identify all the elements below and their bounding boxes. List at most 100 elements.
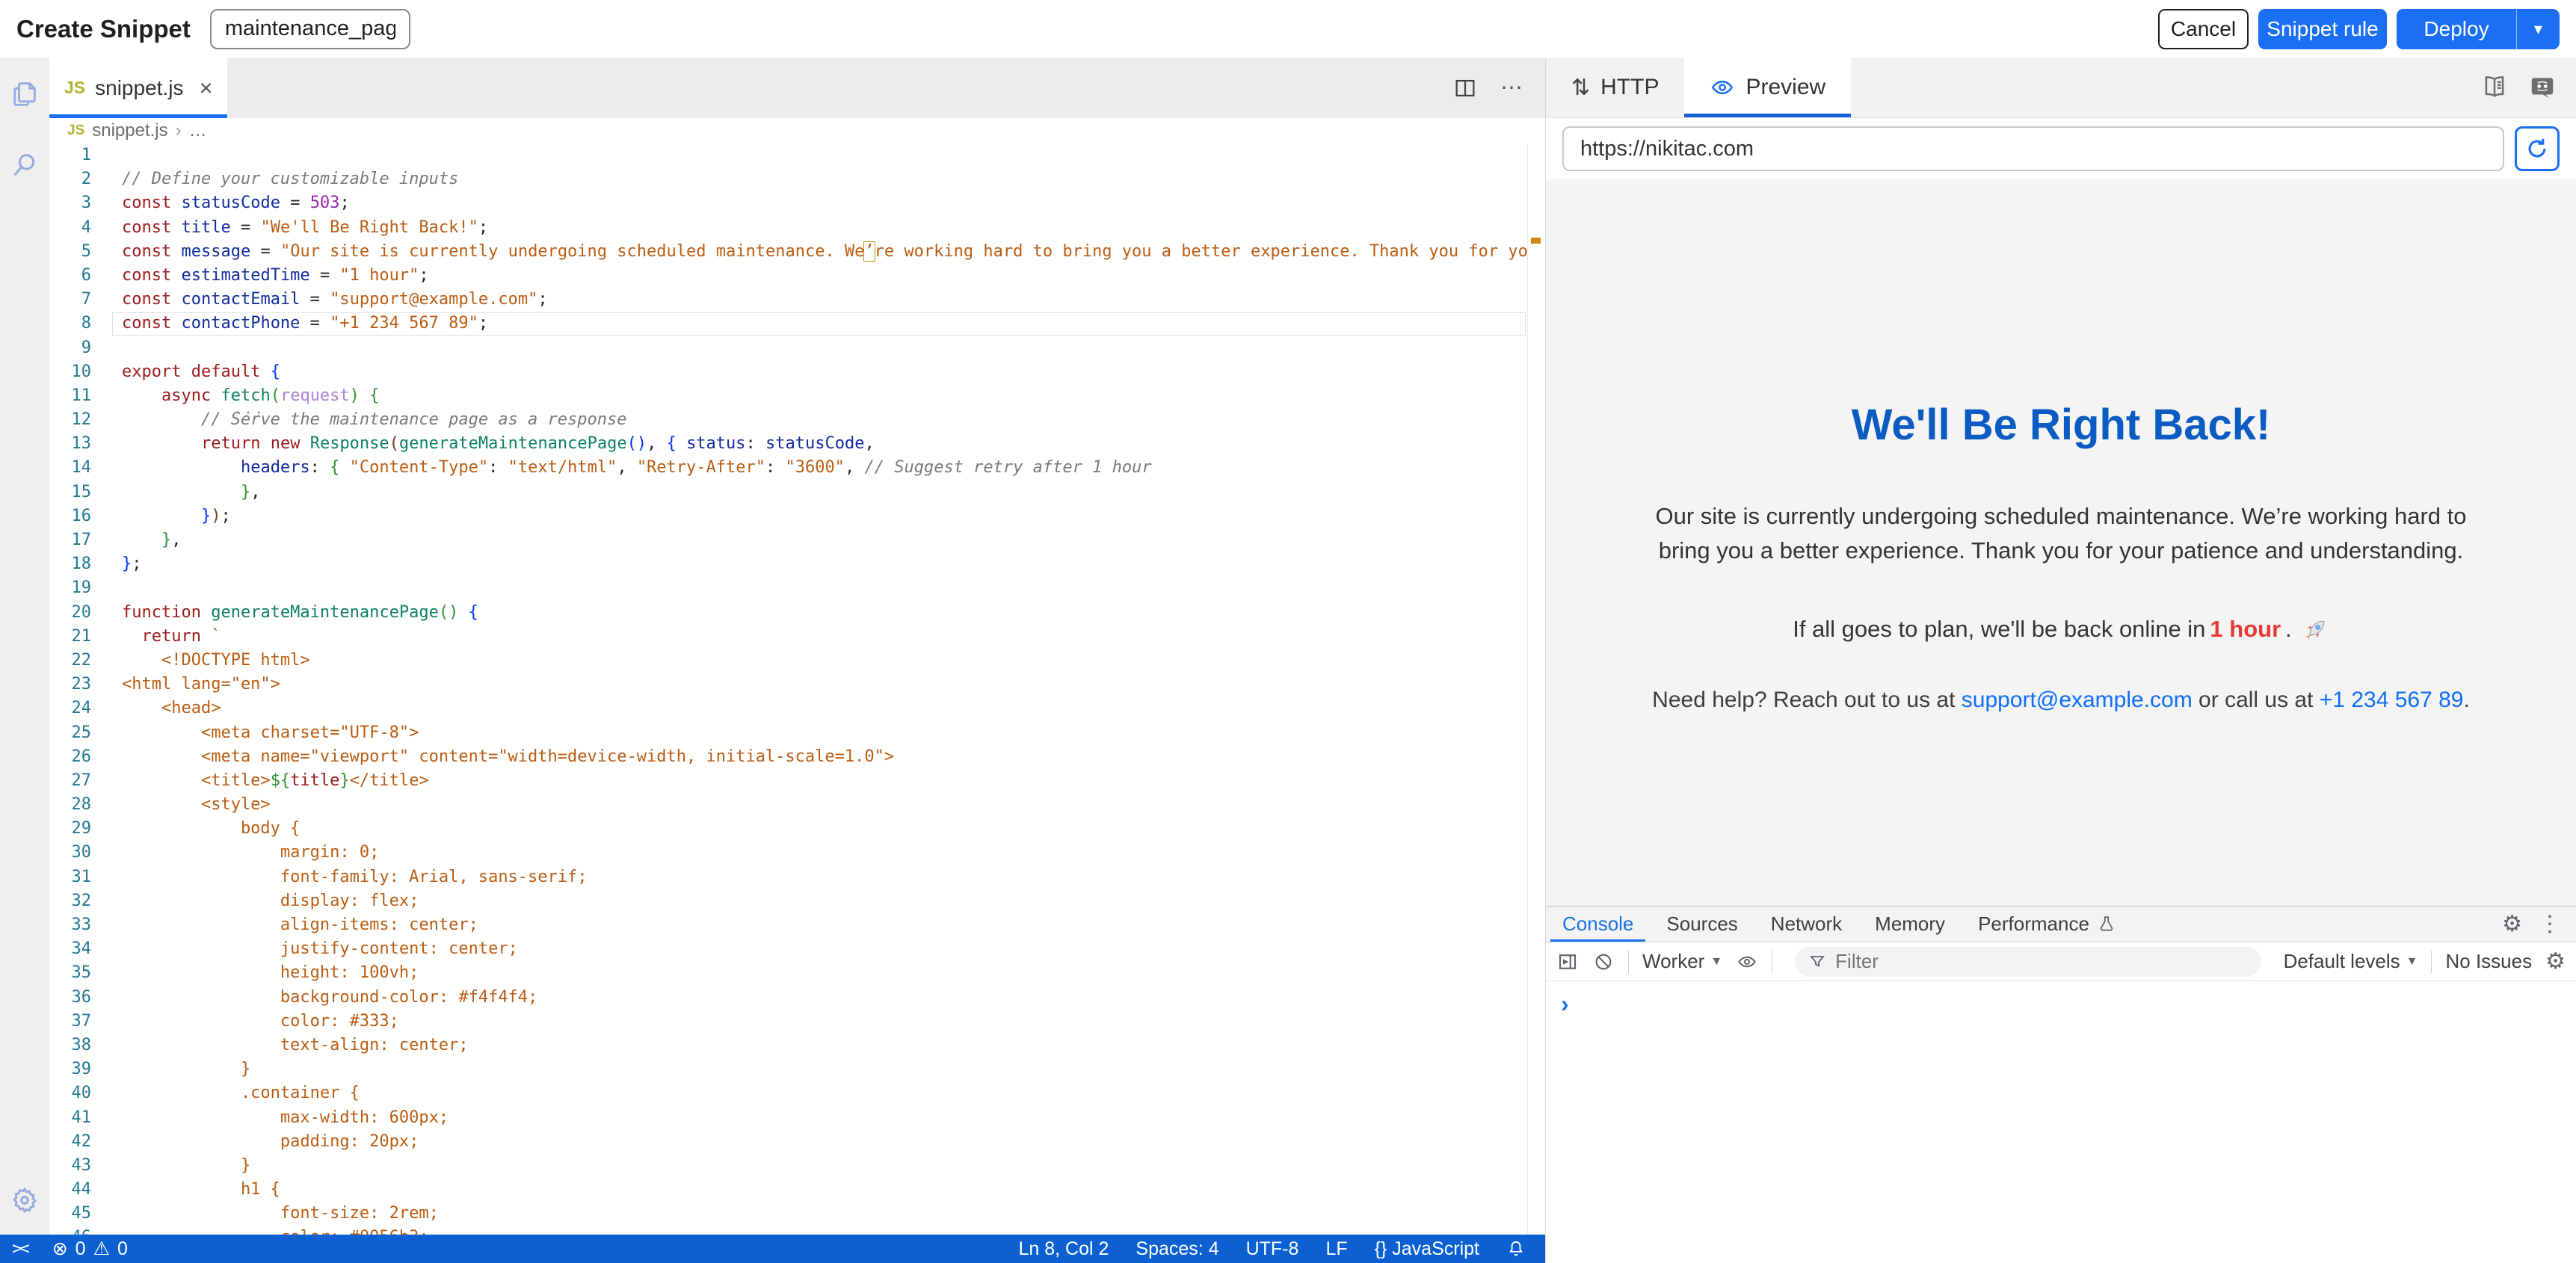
devtools-settings-gear-icon[interactable]: ⚙ <box>2502 913 2522 936</box>
url-input[interactable] <box>1562 126 2504 171</box>
code-line[interactable]: 37 color: #333; <box>49 1010 1545 1034</box>
code-line[interactable]: 44 h1 { <box>49 1178 1545 1202</box>
tab-sources[interactable]: Sources <box>1650 907 1754 942</box>
code-line[interactable]: 25 <meta charset="UTF-8"> <box>49 721 1545 745</box>
code-line[interactable]: 4const title = "We'll Be Right Back!"; <box>49 216 1545 240</box>
refresh-button[interactable] <box>2515 126 2560 171</box>
cursor-position[interactable]: Ln 8, Col 2 <box>1019 1238 1109 1260</box>
code-line[interactable]: 5const message = "Our site is currently … <box>49 240 1545 264</box>
code-line[interactable]: 29 body { <box>49 817 1545 841</box>
breadcrumb-symbol[interactable]: … <box>189 120 207 141</box>
overview-ruler-marker <box>1531 238 1541 244</box>
code-line[interactable]: 39 } <box>49 1057 1545 1081</box>
code-line[interactable]: 6const estimatedTime = "1 hour"; <box>49 264 1545 288</box>
code-line[interactable]: 30 margin: 0; <box>49 841 1545 865</box>
phone-link[interactable]: +1 234 567 89 <box>2320 688 2464 712</box>
tab-performance[interactable]: Performance <box>1962 907 2133 942</box>
console-filter[interactable] <box>1795 947 2261 977</box>
code-line[interactable]: 19 <box>49 576 1545 600</box>
console-output[interactable]: › <box>1546 981 2576 1016</box>
snippet-name-input[interactable] <box>210 9 410 49</box>
code-line[interactable]: 18}; <box>49 552 1545 576</box>
breadcrumb[interactable]: JS snippet.js › … <box>49 118 1545 143</box>
code-line[interactable]: 9 <box>49 336 1545 360</box>
problems-indicator[interactable]: ⊗ 0 ⚠ 0 <box>52 1238 128 1260</box>
code-line[interactable]: 11 async fetch(request) { <box>49 384 1545 408</box>
search-icon[interactable] <box>10 150 40 180</box>
split-editor-icon[interactable] <box>1452 75 1478 101</box>
devtools-menu-kebab-icon[interactable]: ⋮ <box>2539 911 2561 937</box>
code-line[interactable]: 45 font-size: 2rem; <box>49 1202 1545 1226</box>
code-line[interactable]: 36 background-color: #f4f4f4; <box>49 986 1545 1010</box>
code-line[interactable]: 35 height: 100vh; <box>49 961 1545 985</box>
code-line[interactable]: 38 text-align: center; <box>49 1034 1545 1057</box>
code-line[interactable]: 31 font-family: Arial, sans-serif; <box>49 865 1545 889</box>
code-line[interactable]: 1 <box>49 143 1545 167</box>
notifications-bell-icon[interactable] <box>1506 1239 1526 1259</box>
code-line[interactable]: 41 max-width: 600px; <box>49 1106 1545 1130</box>
javascript-file-icon: JS <box>64 78 85 98</box>
encoding-setting[interactable]: UTF-8 <box>1246 1238 1299 1260</box>
code-line[interactable]: 34 justify-content: center; <box>49 937 1545 961</box>
more-actions-icon[interactable]: ⋯ <box>1500 75 1524 101</box>
code-line[interactable]: 21 return ` <box>49 625 1545 649</box>
code-editor[interactable]: 12// Define your customizable inputs3con… <box>49 143 1545 1263</box>
files-icon[interactable] <box>10 78 40 108</box>
log-levels-select[interactable]: Default levels ▼ <box>2284 950 2418 973</box>
code-line[interactable]: 26 <meta name="viewport" content="width=… <box>49 745 1545 769</box>
docs-book-icon[interactable] <box>2480 73 2509 102</box>
tab-console[interactable]: Console <box>1546 907 1650 942</box>
close-icon[interactable]: × <box>199 76 212 99</box>
warning-icon: ⚠ <box>93 1238 110 1260</box>
code-line[interactable]: 7const contactEmail = "support@example.c… <box>49 288 1545 312</box>
deploy-button[interactable]: Deploy <box>2397 9 2516 49</box>
code-line[interactable]: 23<html lang="en"> <box>49 673 1545 697</box>
language-mode[interactable]: {} JavaScript <box>1375 1238 1479 1260</box>
code-line[interactable]: 2// Define your customizable inputs <box>49 167 1545 191</box>
breadcrumb-file[interactable]: snippet.js <box>92 120 167 141</box>
issues-counter[interactable]: No Issues <box>2445 950 2532 973</box>
tab-memory[interactable]: Memory <box>1858 907 1962 942</box>
code-line[interactable]: 40 .container { <box>49 1081 1545 1105</box>
tab-network[interactable]: Network <box>1754 907 1858 942</box>
console-settings-gear-icon[interactable]: ⚙ <box>2545 951 2566 973</box>
tab-preview[interactable]: Preview <box>1684 58 1851 117</box>
page-title: Create Snippet <box>16 15 191 43</box>
code-line[interactable]: 3const statusCode = 503; <box>49 191 1545 215</box>
settings-gear-icon[interactable] <box>10 1185 40 1215</box>
code-line[interactable]: 33 align-items: center; <box>49 913 1545 937</box>
code-line[interactable]: 15 }, <box>49 481 1545 504</box>
code-line[interactable]: 43 } <box>49 1154 1545 1178</box>
snippet-rule-button[interactable]: Snippet rule <box>2258 9 2387 49</box>
cancel-button[interactable]: Cancel <box>2158 9 2249 49</box>
console-sidebar-icon[interactable] <box>1556 951 1579 973</box>
code-line[interactable]: 42 padding: 20px; <box>49 1130 1545 1154</box>
code-line[interactable]: 14 headers: { "Content-Type": "text/html… <box>49 456 1545 480</box>
deploy-caret-button[interactable]: ▾ <box>2516 9 2560 49</box>
deploy-split-button: Deploy ▾ <box>2397 9 2560 49</box>
clear-console-icon[interactable] <box>1592 951 1615 973</box>
code-line[interactable]: 8const contactPhone = "+1 234 567 89"; <box>49 312 1545 336</box>
code-line[interactable]: 12 // Serve the maintenance page as a re… <box>49 408 1545 432</box>
code-line[interactable]: 32 display: flex; <box>49 889 1545 913</box>
filter-input[interactable] <box>1835 950 2247 973</box>
code-line[interactable]: 13 return new Response(generateMaintenan… <box>49 432 1545 456</box>
code-line[interactable]: 17 }, <box>49 528 1545 552</box>
tab-snippet-js[interactable]: JS snippet.js × <box>49 58 227 118</box>
code-line[interactable]: 22 <!DOCTYPE html> <box>49 649 1545 673</box>
live-expression-eye-icon[interactable] <box>1736 951 1758 973</box>
tab-http[interactable]: ⇅ HTTP <box>1546 58 1684 117</box>
code-line[interactable]: 10export default { <box>49 360 1545 384</box>
code-line[interactable]: 20function generateMaintenancePage() { <box>49 601 1545 625</box>
indentation-setting[interactable]: Spaces: 4 <box>1136 1238 1218 1260</box>
remote-indicator-icon[interactable]: >< <box>12 1239 31 1259</box>
eol-setting[interactable]: LF <box>1325 1238 1347 1260</box>
execution-context-select[interactable]: Worker ▼ <box>1642 950 1722 973</box>
code-line[interactable]: 16 }); <box>49 504 1545 528</box>
discord-icon[interactable] <box>2528 73 2557 102</box>
code-line[interactable]: 27 <title>${title}</title> <box>49 769 1545 793</box>
editor-scrollbar[interactable] <box>1527 143 1545 1263</box>
support-email-link[interactable]: support@example.com <box>1962 688 2193 712</box>
code-line[interactable]: 24 <head> <box>49 697 1545 720</box>
code-line[interactable]: 28 <style> <box>49 793 1545 817</box>
